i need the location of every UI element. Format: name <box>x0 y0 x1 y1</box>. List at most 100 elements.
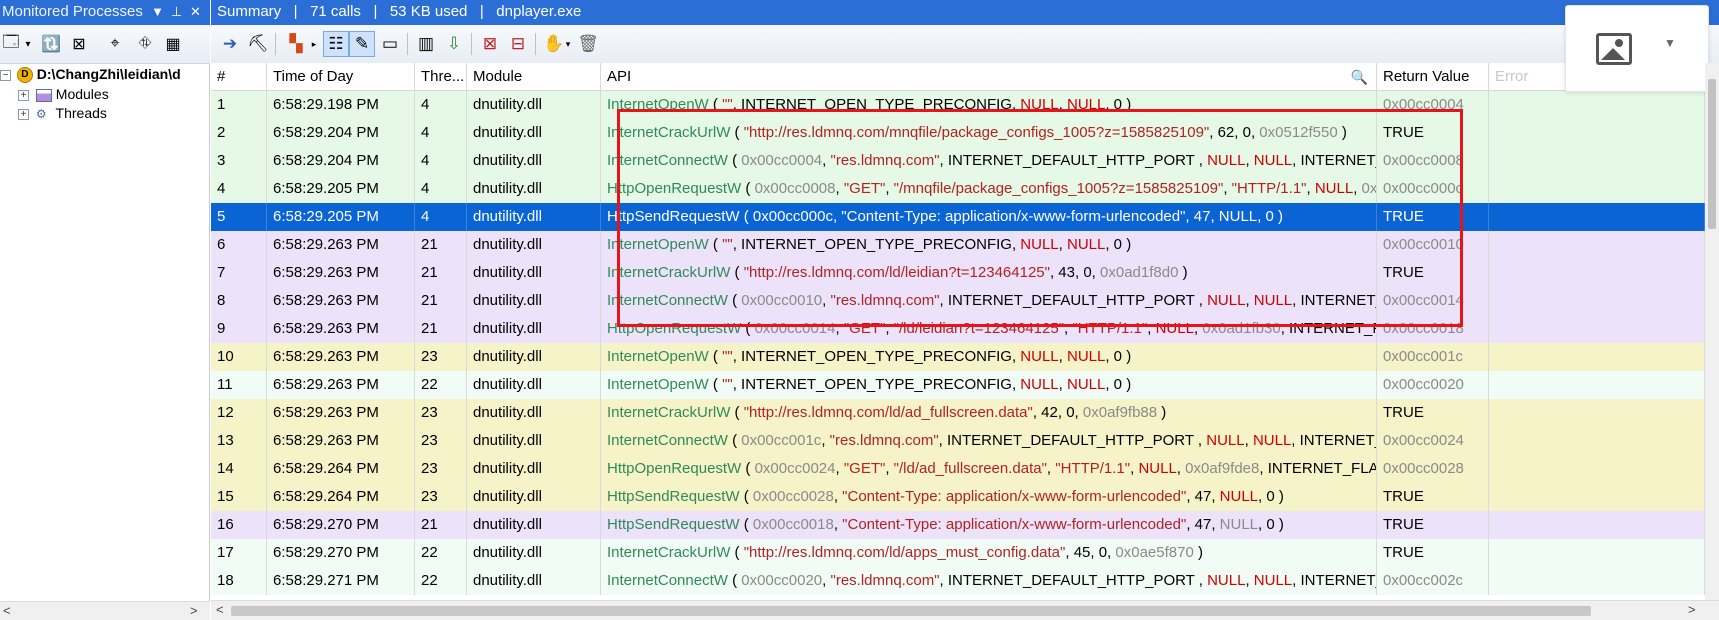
table-row[interactable]: 5 6:58:29.205 PM 4 dnutility.dll HttpSendReq… <box>211 203 1705 231</box>
monitored-processes-title: Monitored Processes <box>2 3 143 20</box>
cell-return-value: TRUE <box>1377 483 1489 511</box>
column-header-module[interactable]: Module <box>467 63 601 91</box>
api-argument-text: , <box>1245 292 1254 309</box>
chevron-down-icon[interactable]: ▼ <box>1664 36 1676 50</box>
table-row[interactable]: 15 6:58:29.264 PM 23 dnutility.dll HttpSendR… <box>211 483 1705 511</box>
cell-return-value: TRUE <box>1377 539 1489 567</box>
cell-return-value: TRUE <box>1377 203 1489 231</box>
properties-icon[interactable]: ▦ <box>162 33 184 55</box>
tree-item-modules[interactable]: + Modules <box>18 84 109 104</box>
horizontal-scroll-thumb[interactable] <box>231 606 1591 616</box>
details-icon[interactable]: ▭ <box>377 31 403 57</box>
cell-module: dnutility.dll <box>467 315 601 343</box>
collapse-icon[interactable]: − <box>0 69 11 81</box>
api-function-name: InternetCrackUrlW <box>607 264 731 281</box>
refresh-icon[interactable]: 🔃 <box>40 33 62 55</box>
api-argument-text: NULL <box>1252 432 1292 449</box>
table-row[interactable]: 7 6:58:29.263 PM 21 dnutility.dll InternetCr… <box>211 259 1705 287</box>
table-row[interactable]: 11 6:58:29.263 PM 22 dnutility.dll InternetO… <box>211 371 1705 399</box>
api-argument-text: , <box>1176 460 1186 477</box>
toolbar-separator <box>471 33 472 55</box>
image-placeholder-popup[interactable]: ▼ <box>1565 5 1709 92</box>
table-row[interactable]: 13 6:58:29.263 PM 23 dnutility.dll InternetC… <box>211 427 1705 455</box>
cell-return-value: 0x00cc0008 <box>1377 147 1489 175</box>
cell-return-value: 0x00cc0010 <box>1377 231 1489 259</box>
api-argument-text: , <box>1046 460 1056 477</box>
scroll-left-icon[interactable]: < <box>3 601 11 620</box>
cell-error <box>1489 427 1705 455</box>
vertical-scroll-thumb[interactable] <box>1708 79 1716 229</box>
api-argument-text: , INTERNET_OPEN_TYPE_PRECONFIG, <box>732 376 1021 393</box>
highlight-icon[interactable]: ✎ <box>349 31 375 57</box>
monitor-process-icon[interactable]: 🗔 <box>0 33 22 55</box>
scroll-right-icon[interactable]: > <box>190 601 198 620</box>
column-header-number[interactable]: # <box>211 63 267 91</box>
cell-error <box>1489 231 1705 259</box>
hierarchy-icon[interactable]: ⛗ <box>134 33 156 55</box>
column-header-return-value[interactable]: Return Value <box>1377 63 1489 91</box>
cell-time: 6:58:29.204 PM <box>267 119 415 147</box>
api-argument-text: ( <box>730 404 744 421</box>
table-row[interactable]: 1 6:58:29.198 PM 4 dnutility.dll InternetOpe… <box>211 91 1705 119</box>
vertical-scrollbar[interactable] <box>1705 63 1719 600</box>
download-icon[interactable]: ⇩ <box>441 31 467 57</box>
table-row[interactable]: 9 6:58:29.263 PM 21 dnutility.dll HttpOpenRe… <box>211 315 1705 343</box>
api-argument-text: ( <box>739 516 753 533</box>
column-header-api[interactable]: API 🔍 <box>601 63 1377 91</box>
horizontal-scrollbar[interactable]: < > <box>211 600 1719 620</box>
tree-view-icon[interactable]: ☷ <box>323 31 349 57</box>
cell-thread: 22 <box>415 539 467 567</box>
chevron-right-icon[interactable]: ▸ <box>309 31 319 57</box>
table-row[interactable]: 12 6:58:29.263 PM 23 dnutility.dll InternetC… <box>211 399 1705 427</box>
api-argument-text: , INTERNET_SERVICE_H... <box>1292 292 1376 309</box>
root-process-label: D:\ChangZhi\leidian\d <box>36 66 181 82</box>
cell-module: dnutility.dll <box>467 287 601 315</box>
stop-monitor-icon[interactable]: ⊠ <box>68 33 90 55</box>
cell-error <box>1489 175 1705 203</box>
table-row[interactable]: 6 6:58:29.263 PM 21 dnutility.dll InternetOp… <box>211 231 1705 259</box>
modules-icon <box>35 88 52 102</box>
left-horizontal-scrollbar[interactable]: < > <box>0 601 210 620</box>
go-to-icon[interactable]: ➔ <box>217 31 243 57</box>
clear-selected-icon[interactable]: ⊟ <box>505 31 531 57</box>
cell-time: 6:58:29.263 PM <box>267 315 415 343</box>
table-row[interactable]: 3 6:58:29.204 PM 4 dnutility.dll InternetCon… <box>211 147 1705 175</box>
tree-item-threads[interactable]: + ⚙ Threads <box>18 103 107 123</box>
api-argument-text: ) <box>1178 264 1188 281</box>
cell-api: InternetCrackUrlW ( "http://res.ldmnq.co… <box>601 119 1377 147</box>
api-argument-text: ( <box>730 124 744 141</box>
cell-error <box>1489 287 1705 315</box>
table-row[interactable]: 10 6:58:29.263 PM 23 dnutility.dll InternetO… <box>211 343 1705 371</box>
table-row[interactable]: 17 6:58:29.270 PM 22 dnutility.dll InternetC… <box>211 539 1705 567</box>
expand-icon[interactable]: + <box>18 108 29 120</box>
chevron-down-icon[interactable]: ▾ <box>22 33 34 55</box>
table-row[interactable]: 18 6:58:29.271 PM 22 dnutility.dll InternetC… <box>211 567 1705 595</box>
find-icon[interactable]: ⛏ <box>245 31 271 57</box>
search-icon[interactable]: 🔍 <box>1351 63 1368 91</box>
cell-number: 17 <box>211 539 267 567</box>
tree-root-process[interactable]: − D D:\ChangZhi\leidian\d <box>0 64 181 84</box>
table-row[interactable]: 16 6:58:29.270 PM 21 dnutility.dll HttpSendR… <box>211 511 1705 539</box>
scroll-left-icon[interactable]: < <box>216 600 224 620</box>
clear-filtered-icon[interactable]: ⊠ <box>477 31 503 57</box>
trash-icon[interactable]: 🗑 <box>575 31 601 57</box>
table-row[interactable]: 2 6:58:29.204 PM 4 dnutility.dll InternetCra… <box>211 119 1705 147</box>
cell-time: 6:58:29.271 PM <box>267 567 415 595</box>
cell-error <box>1489 511 1705 539</box>
table-row[interactable]: 4 6:58:29.205 PM 4 dnutility.dll HttpOpenReq… <box>211 175 1705 203</box>
table-row[interactable]: 14 6:58:29.264 PM 23 dnutility.dll HttpOpenR… <box>211 455 1705 483</box>
columns-icon[interactable]: ▥ <box>413 31 439 57</box>
crosshair-icon[interactable]: ⌖ <box>104 33 126 55</box>
api-argument-text: 0x00cc0010 <box>741 292 823 309</box>
column-header-thread[interactable]: Thre... <box>415 63 467 91</box>
color-scheme-icon[interactable]: ▚ <box>283 31 309 57</box>
pin-icon[interactable]: ⊥ <box>167 0 186 23</box>
dropdown-icon[interactable]: ▼ <box>148 0 167 23</box>
close-icon[interactable]: ✕ <box>186 0 205 23</box>
column-header-time[interactable]: Time of Day <box>267 63 415 91</box>
table-row[interactable]: 8 6:58:29.263 PM 21 dnutility.dll InternetCo… <box>211 287 1705 315</box>
cell-module: dnutility.dll <box>467 259 601 287</box>
chevron-down-icon[interactable]: ▾ <box>563 31 573 57</box>
scroll-right-icon[interactable]: > <box>1688 600 1696 620</box>
expand-icon[interactable]: + <box>18 89 29 101</box>
